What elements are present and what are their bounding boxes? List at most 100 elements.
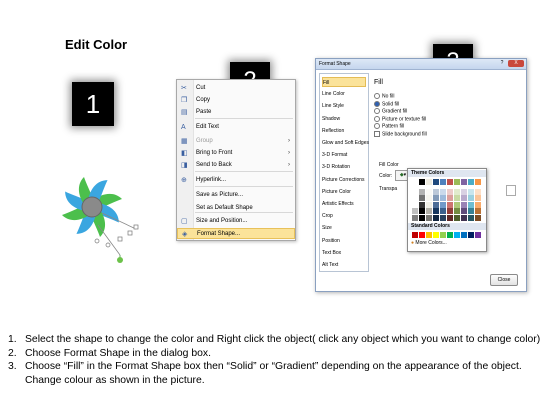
category-item[interactable]: Crop [322,211,366,221]
standard-color-swatch[interactable] [461,232,467,238]
color-swatch[interactable] [426,195,432,201]
category-item[interactable]: Position [322,236,366,246]
color-swatch[interactable] [433,195,439,201]
color-swatch[interactable] [433,208,439,214]
radio-button[interactable] [374,100,380,107]
color-swatch[interactable] [468,214,474,221]
color-swatch[interactable] [440,201,446,208]
color-swatch[interactable] [426,208,432,214]
color-swatch[interactable] [447,179,453,185]
standard-color-swatch[interactable] [468,232,474,238]
category-item[interactable]: Fill [322,77,366,87]
category-item[interactable]: Line Style [322,101,366,111]
context-menu-item[interactable]: ▦ Group › [177,136,295,147]
color-swatch[interactable] [447,214,453,221]
radio-button[interactable] [374,123,380,129]
context-menu-item[interactable]: Save as Picture... [177,190,295,201]
rotation-handle[interactable] [117,257,123,263]
context-menu-item[interactable]: ✂ Cut [177,83,295,94]
standard-color-swatch[interactable] [447,232,453,238]
context-menu-item[interactable]: ⊕ Hyperlink... [177,175,295,186]
color-swatch[interactable] [461,179,467,185]
category-item[interactable]: Line Color [322,89,366,99]
category-item[interactable]: 3-D Rotation [322,162,366,172]
fill-radio-option[interactable]: Pattern fill [374,123,404,130]
color-swatch[interactable] [419,208,425,214]
standard-color-swatch[interactable] [419,232,425,238]
more-colors-link[interactable]: ● More Colors... [411,240,447,246]
fill-checkbox-option[interactable]: Slide background fill [374,130,427,138]
color-swatch[interactable] [426,214,432,221]
color-swatch[interactable] [440,188,446,195]
color-swatch[interactable] [412,214,418,221]
resize-handle[interactable] [105,242,111,248]
color-swatch[interactable] [426,188,432,195]
fill-radio-option[interactable]: Gradient fill [374,108,407,115]
color-swatch[interactable] [412,188,418,195]
color-swatch[interactable] [447,208,453,214]
color-swatch[interactable] [440,195,446,201]
context-menu-item[interactable]: ▢ Size and Position... [177,216,295,227]
radio-button[interactable] [374,115,380,122]
color-swatch[interactable] [447,195,453,201]
color-swatch[interactable] [454,214,460,221]
category-item[interactable]: Alt Text [322,260,366,270]
category-item[interactable]: Glow and Soft Edges [322,138,369,148]
color-swatch[interactable] [419,188,425,195]
close-button[interactable]: Close [490,274,518,286]
color-swatch[interactable] [468,179,474,185]
color-swatch[interactable] [454,195,460,201]
color-swatch[interactable] [461,208,467,214]
color-swatch[interactable] [461,195,467,201]
resize-handle[interactable] [133,224,139,230]
resize-handle[interactable] [127,230,133,236]
fill-radio-option[interactable]: No fill [374,93,395,100]
standard-color-swatch[interactable] [475,232,481,238]
radio-button[interactable] [374,108,380,114]
color-swatch[interactable] [461,214,467,221]
category-item[interactable]: Artistic Effects [322,199,366,209]
color-swatch[interactable] [440,208,446,214]
category-item[interactable]: Picture Corrections [322,175,366,185]
standard-color-swatch[interactable] [433,232,439,238]
standard-color-swatch[interactable] [454,232,460,238]
fill-radio-option[interactable]: Picture or texture fill [374,115,426,123]
color-swatch[interactable] [440,179,446,185]
color-swatch[interactable] [461,188,467,195]
color-swatch[interactable] [454,188,460,195]
color-swatch[interactable] [419,179,425,185]
help-button[interactable]: ? [498,60,506,67]
color-swatch[interactable] [426,201,432,208]
fill-radio-option[interactable]: Solid fill [374,100,399,108]
color-swatch[interactable] [447,188,453,195]
category-item[interactable]: Picture Color [322,187,366,197]
standard-color-swatch[interactable] [440,232,446,238]
color-swatch[interactable] [433,201,439,208]
resize-handle[interactable] [117,236,123,242]
color-swatch[interactable] [440,214,446,221]
resize-handle[interactable] [94,238,100,244]
color-swatch[interactable] [447,201,453,208]
category-item[interactable]: 3-D Format [322,150,366,160]
context-menu-item[interactable]: ◨ Send to Back › [177,160,295,171]
close-icon[interactable]: X [508,60,524,67]
color-swatch[interactable] [475,195,481,201]
color-swatch[interactable] [419,195,425,201]
color-swatch[interactable] [475,179,481,185]
context-menu-item[interactable]: ▤ Paste [177,107,295,118]
color-swatch[interactable] [468,201,474,208]
category-item[interactable]: Text Box [322,248,366,258]
category-item[interactable]: Size [322,223,366,233]
color-swatch[interactable] [433,179,439,185]
color-swatch[interactable] [454,208,460,214]
category-item[interactable]: Shadow [322,114,366,124]
color-swatch[interactable] [433,214,439,221]
color-swatch[interactable] [468,188,474,195]
category-item[interactable]: Reflection [322,126,366,136]
context-menu-item[interactable]: ◧ Bring to Front › [177,148,295,159]
standard-color-swatch[interactable] [426,232,432,238]
color-swatch[interactable] [475,188,481,195]
checkbox[interactable] [374,130,380,137]
color-swatch[interactable] [426,179,432,185]
context-menu-item[interactable]: A Edit Text [177,122,295,133]
